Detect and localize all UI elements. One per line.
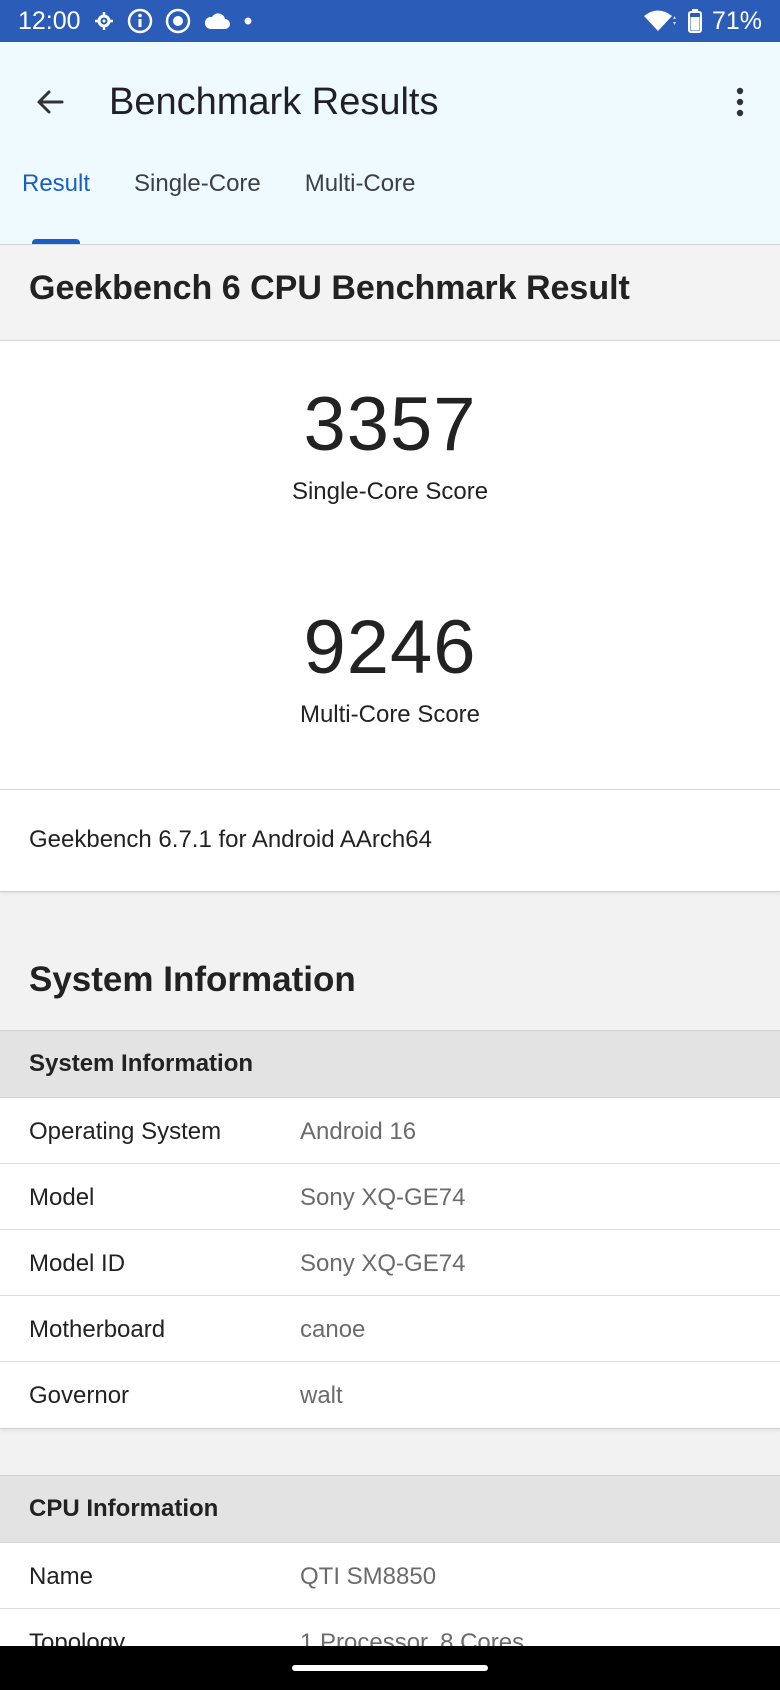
tab-result[interactable]: Result xyxy=(0,144,112,244)
more-vert-icon xyxy=(736,87,744,117)
tab-multi-core[interactable]: Multi-Core xyxy=(283,144,438,244)
arrow-back-icon xyxy=(37,90,64,114)
tab-single-core[interactable]: Single-Core xyxy=(112,144,283,244)
result-header-title: Geekbench 6 CPU Benchmark Result xyxy=(29,269,630,307)
table-row: Model Sony XQ-GE74 xyxy=(0,1164,780,1230)
row-key: Motherboard xyxy=(29,1316,166,1343)
record-icon xyxy=(165,8,191,34)
row-value: Sony XQ-GE74 xyxy=(300,1184,466,1211)
sync-settings-icon xyxy=(93,10,115,32)
app-bar: Benchmark Results Result Single-Core Mul… xyxy=(0,42,780,245)
system-information-table: System Information Operating System Andr… xyxy=(0,1030,780,1429)
version-row: Geekbench 6.7.1 for Android AArch64 xyxy=(0,790,780,892)
info-icon xyxy=(127,8,153,34)
table-row: Governor walt xyxy=(0,1362,780,1428)
screen: 12:00 71% Benchmark Results Result Singl… xyxy=(0,0,780,1690)
home-gesture-handle[interactable] xyxy=(292,1665,488,1671)
multi-core-score-label: Multi-Core Score xyxy=(299,701,481,728)
table-row: Name QTI SM8850 xyxy=(0,1543,780,1609)
table-row: Motherboard canoe xyxy=(0,1296,780,1362)
status-bar: 12:00 71% xyxy=(0,0,780,42)
battery-icon xyxy=(687,9,702,33)
table-row: Operating System Android 16 xyxy=(0,1098,780,1164)
single-core-score-label: Single-Core Score xyxy=(291,478,489,505)
overflow-menu-button[interactable] xyxy=(720,78,760,126)
notification-dot-icon xyxy=(243,16,253,26)
table-header: System Information xyxy=(0,1031,780,1098)
battery-percent: 71% xyxy=(711,6,762,35)
table-header-label: CPU Information xyxy=(29,1495,219,1522)
row-value: Sony XQ-GE74 xyxy=(300,1250,466,1277)
wifi-icon xyxy=(642,9,678,33)
page-title: Benchmark Results xyxy=(109,81,439,123)
navigation-bar xyxy=(0,1646,780,1690)
single-core-score: 3357 xyxy=(303,382,477,467)
table-header-label: System Information xyxy=(29,1050,254,1077)
row-key: Name xyxy=(29,1563,94,1590)
tab-bar: Result Single-Core Multi-Core xyxy=(0,144,437,244)
row-key: Operating System xyxy=(29,1118,222,1145)
table-row: Model ID Sony XQ-GE74 xyxy=(0,1230,780,1296)
row-key: Model xyxy=(29,1184,95,1211)
table-header: CPU Information xyxy=(0,1476,780,1543)
row-value: QTI SM8850 xyxy=(300,1563,437,1590)
row-value: canoe xyxy=(300,1316,366,1343)
row-value: walt xyxy=(300,1382,343,1409)
row-key: Governor xyxy=(29,1382,130,1409)
cloud-icon xyxy=(203,11,231,31)
version-text: Geekbench 6.7.1 for Android AArch64 xyxy=(29,826,432,853)
row-key: Model ID xyxy=(29,1250,126,1277)
result-header: Geekbench 6 CPU Benchmark Result xyxy=(0,245,780,341)
row-value: Android 16 xyxy=(300,1118,417,1145)
score-card: 3357 Single-Core Score 9246 Multi-Core S… xyxy=(0,341,780,790)
single-core-score-block: 3357 Single-Core Score xyxy=(0,381,780,506)
back-button[interactable] xyxy=(26,78,74,126)
status-time: 12:00 xyxy=(18,6,81,35)
system-information-title: System Information xyxy=(29,960,356,999)
multi-core-score: 9246 xyxy=(303,605,477,690)
multi-core-score-block: 9246 Multi-Core Score xyxy=(0,604,780,729)
